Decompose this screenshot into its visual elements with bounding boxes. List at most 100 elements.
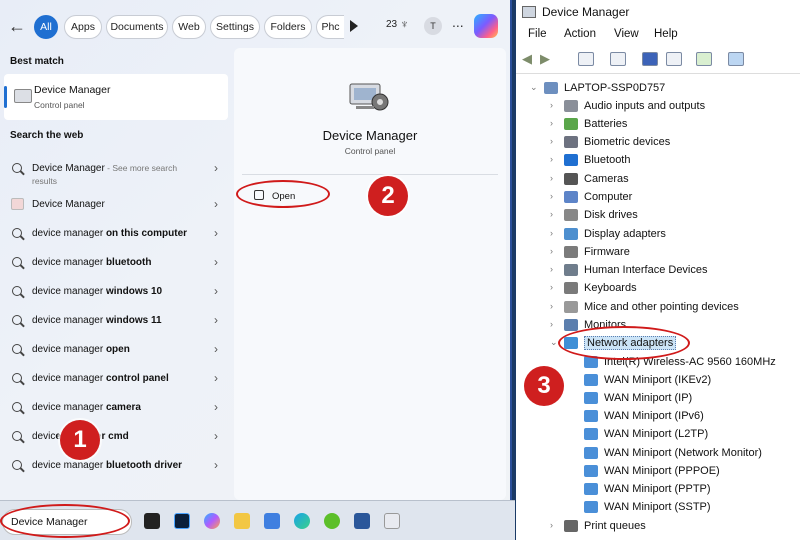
word-icon[interactable] (354, 513, 370, 529)
device-manager-window-icon (522, 6, 536, 18)
device-icon (564, 191, 578, 203)
tree-node-label: Bluetooth (584, 154, 631, 166)
device-icon (564, 154, 578, 166)
filter-chip-settings[interactable]: Settings (210, 15, 260, 39)
web-result-row[interactable]: device manager windows 10 › (6, 279, 228, 305)
collapsed-chevron-icon[interactable]: › (550, 301, 553, 311)
collapsed-chevron-icon[interactable]: › (550, 154, 553, 164)
tree-node-label: WAN Miniport (PPTP) (604, 483, 711, 495)
back-arrow-icon[interactable]: ← (8, 16, 28, 36)
device-icon (584, 410, 598, 422)
more-options-icon[interactable]: ... (452, 14, 464, 30)
chevron-right-icon: › (214, 161, 218, 175)
photoshop-icon[interactable] (174, 513, 190, 529)
file-explorer-icon[interactable] (234, 513, 250, 529)
search-icon (12, 344, 22, 354)
search-web-heading: Search the web (10, 130, 84, 141)
collapsed-chevron-icon[interactable]: › (550, 100, 553, 110)
menu-action[interactable]: Action (564, 28, 596, 40)
web-result-row[interactable]: device manager camera › (6, 395, 228, 421)
preview-subtitle: Control panel (344, 146, 396, 156)
tree-node-label: WAN Miniport (IP) (604, 392, 693, 404)
device-icon (584, 374, 598, 386)
collapsed-chevron-icon[interactable]: › (550, 246, 553, 256)
update-driver-icon[interactable] (696, 52, 712, 66)
web-result-row[interactable]: Device Manager › (6, 192, 228, 218)
tree-node-label: Disk drives (584, 209, 638, 221)
web-result-row[interactable]: Device Manager - See more search results › (6, 156, 228, 186)
web-result-row[interactable]: device manager on this computer › (6, 221, 228, 247)
web-result-row[interactable]: device manager bluetooth driver › (6, 453, 228, 479)
web-result-row[interactable]: device manager open › (6, 337, 228, 363)
collapsed-chevron-icon[interactable]: › (550, 264, 553, 274)
search-icon (12, 315, 22, 325)
edge-icon[interactable] (294, 513, 310, 529)
device-icon (584, 428, 598, 440)
device-icon (564, 118, 578, 130)
best-match-item[interactable]: Device Manager Control panel (4, 74, 228, 120)
task-view-icon[interactable] (144, 513, 160, 529)
web-result-row[interactable]: device manager cmd› (6, 424, 228, 450)
menu-view[interactable]: View (614, 28, 639, 40)
tree-node-label: Computer (584, 191, 633, 203)
web-result-row[interactable]: device manager windows 11 › (6, 308, 228, 334)
highlight-ring-network (558, 326, 690, 360)
action-pane-icon[interactable] (666, 52, 682, 66)
copilot-taskbar-icon[interactable] (204, 513, 220, 529)
best-match-heading: Best match (10, 56, 64, 67)
web-result-row[interactable]: device manager bluetooth › (6, 250, 228, 276)
collapsed-chevron-icon[interactable]: › (550, 282, 553, 292)
show-hide-tree-icon[interactable] (578, 52, 594, 66)
collapsed-chevron-icon[interactable]: › (550, 136, 553, 146)
collapsed-chevron-icon[interactable]: › (550, 173, 553, 183)
tree-node-label: LAPTOP-SSP0D757 (564, 82, 666, 94)
rewards-points: 23 (386, 19, 398, 30)
menu-bar: File Action View Help (516, 26, 800, 46)
device-manager-large-icon (349, 83, 389, 111)
forward-icon[interactable]: ▶ (540, 52, 550, 66)
best-match-title: Device Manager (34, 84, 111, 96)
filter-chip-apps[interactable]: Apps (64, 15, 102, 39)
notepad-icon[interactable] (264, 513, 280, 529)
properties-icon[interactable] (610, 52, 626, 66)
scan-hardware-icon[interactable] (728, 52, 744, 66)
copilot-icon[interactable] (474, 14, 498, 38)
filter-chip-folders[interactable]: Folders (264, 15, 312, 39)
device-manager-window: Device Manager File Action View Help ◀ ▶… (516, 0, 800, 540)
help-icon[interactable] (642, 52, 658, 66)
device-icon (564, 228, 578, 240)
tree-node-label: Display adapters (584, 228, 666, 240)
menu-file[interactable]: File (528, 28, 547, 40)
collapsed-chevron-icon[interactable]: › (550, 118, 553, 128)
zoom-icon[interactable] (384, 513, 400, 529)
web-result-text: device manager on this computer (32, 228, 188, 239)
filter-chip-all[interactable]: All (34, 15, 58, 39)
chevron-right-icon: › (214, 342, 218, 356)
collapsed-chevron-icon[interactable]: › (550, 191, 553, 201)
collapsed-chevron-icon[interactable]: › (550, 319, 553, 329)
greenshot-icon[interactable] (324, 513, 340, 529)
device-icon (584, 447, 598, 459)
web-result-row[interactable]: device manager control panel › (6, 366, 228, 392)
expanded-chevron-icon[interactable]: ⌄ (530, 82, 538, 93)
collapsed-chevron-icon[interactable]: › (550, 520, 553, 530)
step-badge-1: 1 (60, 420, 100, 460)
filter-chip-documents[interactable]: Documents (106, 15, 168, 39)
more-filters-arrow-icon[interactable] (350, 20, 358, 32)
rewards-icon[interactable]: ♆ (400, 17, 409, 31)
back-icon[interactable]: ◀ (522, 52, 532, 66)
device-icon (564, 282, 578, 294)
device-icon (544, 82, 558, 94)
preview-pane: Device Manager Control panel Open (234, 48, 506, 500)
menu-help[interactable]: Help (654, 28, 678, 40)
search-icon (12, 257, 22, 267)
collapsed-chevron-icon[interactable]: › (550, 228, 553, 238)
account-avatar[interactable]: T (424, 17, 442, 35)
filter-chip-web[interactable]: Web (172, 15, 206, 39)
tree-node-label: Audio inputs and outputs (584, 100, 706, 112)
collapsed-chevron-icon[interactable]: › (550, 209, 553, 219)
web-result-text: device manager open (32, 344, 130, 355)
expanded-chevron-icon[interactable]: ⌄ (550, 337, 558, 348)
preview-title: Device Manager (322, 128, 418, 143)
filter-chip-photos[interactable]: Phc (316, 15, 344, 39)
